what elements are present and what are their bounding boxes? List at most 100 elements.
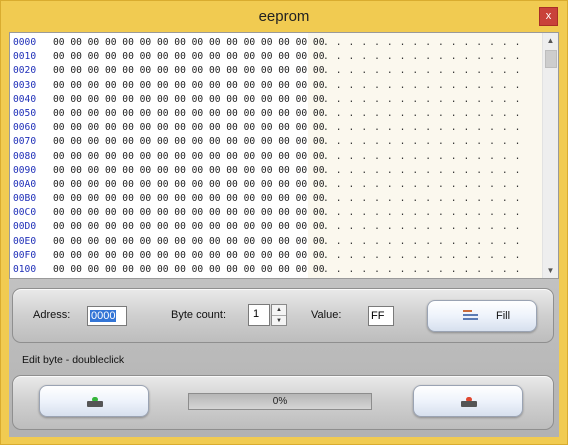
row-ascii: ................ bbox=[323, 150, 528, 162]
hex-row[interactable]: 0010 00 00 00 00 00 00 00 00 00 00 00 00 … bbox=[13, 50, 543, 64]
byte-count-label: Byte count: bbox=[171, 309, 227, 321]
hex-row[interactable]: 0090 00 00 00 00 00 00 00 00 00 00 00 00 … bbox=[13, 164, 543, 178]
row-address: 00F0 bbox=[13, 249, 37, 261]
row-address: 0060 bbox=[13, 122, 37, 134]
hex-row[interactable]: 0000 00 00 00 00 00 00 00 00 00 00 00 00 … bbox=[13, 36, 543, 50]
row-bytes[interactable]: 00 00 00 00 00 00 00 00 00 00 00 00 00 0… bbox=[53, 150, 324, 164]
row-bytes[interactable]: 00 00 00 00 00 00 00 00 00 00 00 00 00 0… bbox=[53, 50, 324, 64]
hex-row[interactable]: 0070 00 00 00 00 00 00 00 00 00 00 00 00 … bbox=[13, 135, 543, 149]
hex-row[interactable]: 0080 00 00 00 00 00 00 00 00 00 00 00 00 … bbox=[13, 150, 543, 164]
hex-row[interactable]: 00E0 00 00 00 00 00 00 00 00 00 00 00 00 … bbox=[13, 235, 543, 249]
scroll-up-arrow-icon[interactable]: ▲ bbox=[543, 33, 558, 48]
chip-write-icon bbox=[461, 397, 477, 407]
row-address: 0080 bbox=[13, 150, 37, 162]
row-address: 0110 bbox=[13, 277, 47, 278]
row-ascii: ................ bbox=[323, 207, 528, 219]
client-area: 0000 00 00 00 00 00 00 00 00 00 00 00 00 … bbox=[9, 32, 559, 437]
row-ascii: ................ bbox=[323, 107, 528, 119]
progress-bar: 0% bbox=[188, 393, 372, 410]
address-label: Adress: bbox=[33, 309, 71, 321]
scroll-thumb[interactable] bbox=[545, 50, 557, 68]
hex-row[interactable]: 0030 00 00 00 00 00 00 00 00 00 00 00 00 … bbox=[13, 79, 543, 93]
byte-count-spinner[interactable]: ▲ ▼ bbox=[271, 304, 287, 326]
row-ascii: ................ bbox=[323, 37, 528, 48]
row-address: 0100 bbox=[13, 264, 37, 275]
hex-row[interactable]: 00B0 00 00 00 00 00 00 00 00 00 00 00 00 … bbox=[13, 192, 543, 206]
spin-up-icon[interactable]: ▲ bbox=[272, 305, 286, 315]
row-address: 0020 bbox=[13, 65, 37, 77]
row-address: 00D0 bbox=[13, 221, 37, 233]
row-address: 0030 bbox=[13, 79, 37, 91]
hex-row[interactable]: 0040 00 00 00 00 00 00 00 00 00 00 00 00 … bbox=[13, 93, 543, 107]
row-address: 00E0 bbox=[13, 235, 37, 247]
write-eeprom-button[interactable] bbox=[413, 385, 523, 417]
hex-row[interactable]: 00C0 00 00 00 00 00 00 00 00 00 00 00 00 … bbox=[13, 206, 543, 220]
byte-count-input[interactable]: 1 bbox=[248, 304, 270, 326]
transfer-panel: 0% bbox=[12, 375, 554, 430]
row-bytes[interactable]: 00 00 00 00 00 00 00 00 00 00 00 00 00 0… bbox=[53, 235, 324, 249]
row-bytes[interactable]: 00 00 00 00 00 00 00 00 00 00 00 00 00 0… bbox=[53, 64, 324, 78]
row-bytes[interactable]: 00 00 00 00 00 00 00 00 00 00 00 00 00 0… bbox=[53, 164, 324, 178]
row-address: 00C0 bbox=[13, 207, 37, 219]
row-bytes[interactable]: 00 00 00 00 00 00 00 00 00 00 00 00 00 0… bbox=[53, 178, 324, 192]
row-ascii: ................ bbox=[323, 79, 528, 91]
row-ascii: ................ bbox=[323, 65, 528, 77]
fill-list-icon bbox=[463, 310, 478, 321]
row-address: 00A0 bbox=[13, 178, 37, 190]
row-bytes[interactable]: 00 00 00 00 00 00 00 00 00 00 00 00 00 0… bbox=[53, 192, 324, 206]
fill-button[interactable]: Fill bbox=[427, 300, 537, 332]
eeprom-window: eeprom x 0000 00 00 00 00 00 00 00 00 00 … bbox=[0, 0, 568, 445]
row-address: 0050 bbox=[13, 107, 37, 119]
address-input[interactable]: 0000 bbox=[87, 306, 127, 326]
chip-read-icon bbox=[87, 397, 103, 407]
row-bytes[interactable]: 00 00 00 00 00 00 00 00 00 00 00 00 00 0… bbox=[53, 206, 324, 220]
fill-button-label: Fill bbox=[496, 310, 511, 322]
row-bytes[interactable]: 00 00 00 00 00 00 00 00 00 00 00 00 00 0… bbox=[53, 79, 324, 93]
scroll-down-arrow-icon[interactable]: ▼ bbox=[543, 263, 558, 278]
address-input-value: 0000 bbox=[90, 310, 117, 322]
row-bytes[interactable]: 00 00 00 00 00 00 00 00 00 00 00 00 00 0… bbox=[53, 121, 324, 135]
hex-row[interactable]: 0020 00 00 00 00 00 00 00 00 00 00 00 00 … bbox=[13, 64, 543, 78]
hex-view[interactable]: 0000 00 00 00 00 00 00 00 00 00 00 00 00 … bbox=[9, 32, 559, 279]
row-bytes[interactable]: 00 00 00 00 00 00 00 00 00 00 00 00 00 0… bbox=[53, 277, 324, 278]
vertical-scrollbar[interactable]: ▲ ▼ bbox=[542, 33, 558, 278]
row-ascii: ................ bbox=[323, 277, 527, 278]
window-title: eeprom bbox=[258, 8, 310, 25]
row-bytes[interactable]: 00 00 00 00 00 00 00 00 00 00 00 00 00 0… bbox=[53, 107, 324, 121]
row-bytes[interactable]: 00 00 00 00 00 00 00 00 00 00 00 00 00 0… bbox=[53, 249, 324, 263]
status-hint: Edit byte - doubleclick bbox=[22, 354, 125, 366]
row-ascii: ................ bbox=[323, 51, 528, 63]
row-bytes[interactable]: 00 00 00 00 00 00 00 00 00 00 00 00 00 0… bbox=[53, 220, 324, 234]
row-bytes[interactable]: 00 00 00 00 00 00 00 00 00 00 00 00 00 0… bbox=[53, 36, 324, 50]
row-ascii: ................ bbox=[323, 93, 528, 105]
edit-panel: Adress: 0000 Byte count: 1 ▲ ▼ Value: FF… bbox=[12, 288, 554, 343]
hex-row[interactable]: 0100 00 00 00 00 00 00 00 00 00 00 00 00 … bbox=[13, 263, 543, 277]
hex-row[interactable]: 00F0 00 00 00 00 00 00 00 00 00 00 00 00 … bbox=[13, 249, 543, 263]
row-ascii: ................ bbox=[323, 264, 528, 275]
row-ascii: ................ bbox=[323, 235, 528, 247]
value-label: Value: bbox=[311, 309, 342, 321]
spin-down-icon[interactable]: ▼ bbox=[272, 315, 286, 325]
hex-row[interactable]: 00A0 00 00 00 00 00 00 00 00 00 00 00 00 … bbox=[13, 178, 543, 192]
hex-rows: 0000 00 00 00 00 00 00 00 00 00 00 00 00 … bbox=[13, 36, 543, 278]
row-ascii: ................ bbox=[323, 193, 528, 205]
row-address: 0010 bbox=[13, 51, 37, 63]
value-input[interactable]: FF bbox=[368, 306, 394, 326]
hex-row[interactable]: 0050 00 00 00 00 00 00 00 00 00 00 00 00 … bbox=[13, 107, 543, 121]
row-address: 0040 bbox=[13, 93, 37, 105]
row-ascii: ................ bbox=[323, 122, 528, 134]
hex-row[interactable]: 00D0 00 00 00 00 00 00 00 00 00 00 00 00 … bbox=[13, 220, 543, 234]
row-ascii: ................ bbox=[323, 178, 528, 190]
hex-row[interactable]: 0110 00 00 00 00 00 00 00 00 00 00 00 00 … bbox=[13, 277, 543, 278]
row-ascii: ................ bbox=[323, 164, 528, 176]
row-bytes[interactable]: 00 00 00 00 00 00 00 00 00 00 00 00 00 0… bbox=[53, 93, 324, 107]
hex-row[interactable]: 0060 00 00 00 00 00 00 00 00 00 00 00 00 … bbox=[13, 121, 543, 135]
row-bytes[interactable]: 00 00 00 00 00 00 00 00 00 00 00 00 00 0… bbox=[53, 263, 324, 277]
read-eeprom-button[interactable] bbox=[39, 385, 149, 417]
close-button[interactable]: x bbox=[539, 7, 558, 26]
row-address: 0070 bbox=[13, 136, 37, 148]
row-bytes[interactable]: 00 00 00 00 00 00 00 00 00 00 00 00 00 0… bbox=[53, 135, 324, 149]
row-ascii: ................ bbox=[323, 249, 528, 261]
title-bar[interactable]: eeprom x bbox=[1, 1, 567, 32]
row-ascii: ................ bbox=[323, 221, 528, 233]
